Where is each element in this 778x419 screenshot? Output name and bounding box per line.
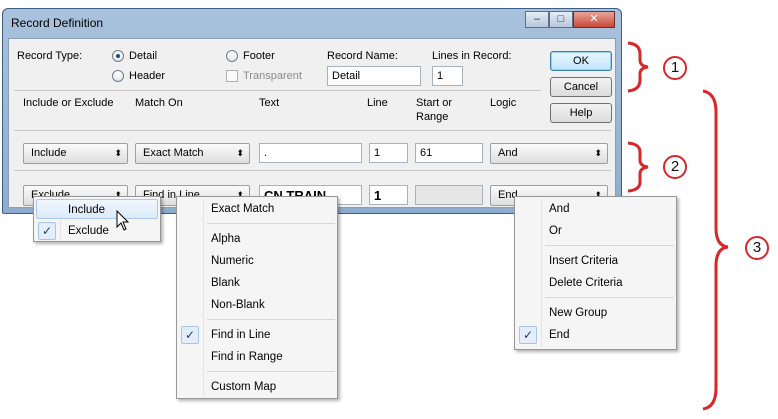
callout-2: 2 <box>663 155 687 179</box>
callout-1: 1 <box>663 56 687 80</box>
bracket-2 <box>627 141 649 193</box>
callout-3: 3 <box>745 236 769 260</box>
annotation-brackets <box>627 41 729 411</box>
bracket-1 <box>627 41 649 93</box>
bracket-3 <box>702 89 729 411</box>
